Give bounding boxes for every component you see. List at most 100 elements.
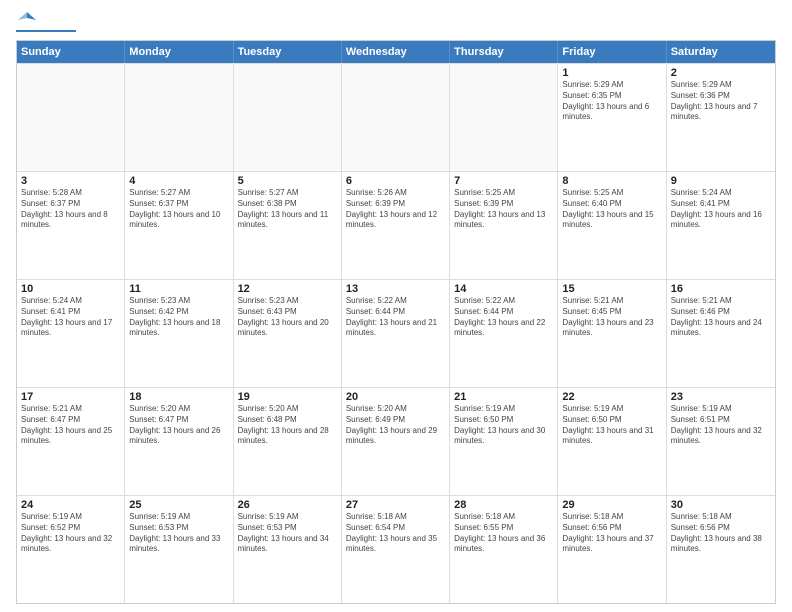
cal-row-2: 10Sunrise: 5:24 AMSunset: 6:41 PMDayligh… bbox=[17, 279, 775, 387]
cal-cell: 16Sunrise: 5:21 AMSunset: 6:46 PMDayligh… bbox=[667, 280, 775, 387]
cell-info: Sunrise: 5:24 AMSunset: 6:41 PMDaylight:… bbox=[671, 188, 771, 231]
cell-info: Sunrise: 5:23 AMSunset: 6:42 PMDaylight:… bbox=[129, 296, 228, 339]
day-number: 14 bbox=[454, 283, 553, 295]
cal-cell: 4Sunrise: 5:27 AMSunset: 6:37 PMDaylight… bbox=[125, 172, 233, 279]
cell-info: Sunrise: 5:19 AMSunset: 6:53 PMDaylight:… bbox=[238, 512, 337, 555]
day-number: 30 bbox=[671, 499, 771, 511]
cell-info: Sunrise: 5:20 AMSunset: 6:48 PMDaylight:… bbox=[238, 404, 337, 447]
cal-cell: 29Sunrise: 5:18 AMSunset: 6:56 PMDayligh… bbox=[558, 496, 666, 603]
cal-cell: 3Sunrise: 5:28 AMSunset: 6:37 PMDaylight… bbox=[17, 172, 125, 279]
cal-cell bbox=[234, 64, 342, 171]
cell-info: Sunrise: 5:18 AMSunset: 6:55 PMDaylight:… bbox=[454, 512, 553, 555]
cal-cell: 12Sunrise: 5:23 AMSunset: 6:43 PMDayligh… bbox=[234, 280, 342, 387]
cell-info: Sunrise: 5:18 AMSunset: 6:56 PMDaylight:… bbox=[562, 512, 661, 555]
cal-cell: 14Sunrise: 5:22 AMSunset: 6:44 PMDayligh… bbox=[450, 280, 558, 387]
cal-cell: 25Sunrise: 5:19 AMSunset: 6:53 PMDayligh… bbox=[125, 496, 233, 603]
header-day-saturday: Saturday bbox=[667, 41, 775, 63]
day-number: 2 bbox=[671, 67, 771, 79]
day-number: 28 bbox=[454, 499, 553, 511]
cell-info: Sunrise: 5:27 AMSunset: 6:37 PMDaylight:… bbox=[129, 188, 228, 231]
cal-cell: 2Sunrise: 5:29 AMSunset: 6:36 PMDaylight… bbox=[667, 64, 775, 171]
day-number: 10 bbox=[21, 283, 120, 295]
cal-cell: 21Sunrise: 5:19 AMSunset: 6:50 PMDayligh… bbox=[450, 388, 558, 495]
cell-info: Sunrise: 5:19 AMSunset: 6:50 PMDaylight:… bbox=[562, 404, 661, 447]
day-number: 18 bbox=[129, 391, 228, 403]
cal-cell: 11Sunrise: 5:23 AMSunset: 6:42 PMDayligh… bbox=[125, 280, 233, 387]
header-day-thursday: Thursday bbox=[450, 41, 558, 63]
calendar-body: 1Sunrise: 5:29 AMSunset: 6:35 PMDaylight… bbox=[17, 63, 775, 603]
day-number: 19 bbox=[238, 391, 337, 403]
cal-cell bbox=[450, 64, 558, 171]
cal-cell: 9Sunrise: 5:24 AMSunset: 6:41 PMDaylight… bbox=[667, 172, 775, 279]
cal-cell: 17Sunrise: 5:21 AMSunset: 6:47 PMDayligh… bbox=[17, 388, 125, 495]
cal-cell: 13Sunrise: 5:22 AMSunset: 6:44 PMDayligh… bbox=[342, 280, 450, 387]
day-number: 27 bbox=[346, 499, 445, 511]
day-number: 5 bbox=[238, 175, 337, 187]
cal-cell: 27Sunrise: 5:18 AMSunset: 6:54 PMDayligh… bbox=[342, 496, 450, 603]
cal-cell: 24Sunrise: 5:19 AMSunset: 6:52 PMDayligh… bbox=[17, 496, 125, 603]
cal-cell: 23Sunrise: 5:19 AMSunset: 6:51 PMDayligh… bbox=[667, 388, 775, 495]
cell-info: Sunrise: 5:28 AMSunset: 6:37 PMDaylight:… bbox=[21, 188, 120, 231]
day-number: 20 bbox=[346, 391, 445, 403]
cell-info: Sunrise: 5:21 AMSunset: 6:47 PMDaylight:… bbox=[21, 404, 120, 447]
cell-info: Sunrise: 5:25 AMSunset: 6:40 PMDaylight:… bbox=[562, 188, 661, 231]
cell-info: Sunrise: 5:18 AMSunset: 6:56 PMDaylight:… bbox=[671, 512, 771, 555]
cell-info: Sunrise: 5:22 AMSunset: 6:44 PMDaylight:… bbox=[454, 296, 553, 339]
cal-cell: 7Sunrise: 5:25 AMSunset: 6:39 PMDaylight… bbox=[450, 172, 558, 279]
day-number: 8 bbox=[562, 175, 661, 187]
day-number: 4 bbox=[129, 175, 228, 187]
day-number: 11 bbox=[129, 283, 228, 295]
day-number: 23 bbox=[671, 391, 771, 403]
cell-info: Sunrise: 5:29 AMSunset: 6:36 PMDaylight:… bbox=[671, 80, 771, 123]
logo bbox=[16, 12, 76, 32]
day-number: 6 bbox=[346, 175, 445, 187]
cell-info: Sunrise: 5:24 AMSunset: 6:41 PMDaylight:… bbox=[21, 296, 120, 339]
cal-cell: 30Sunrise: 5:18 AMSunset: 6:56 PMDayligh… bbox=[667, 496, 775, 603]
cell-info: Sunrise: 5:23 AMSunset: 6:43 PMDaylight:… bbox=[238, 296, 337, 339]
header-day-friday: Friday bbox=[558, 41, 666, 63]
day-number: 9 bbox=[671, 175, 771, 187]
day-number: 1 bbox=[562, 67, 661, 79]
cal-cell bbox=[17, 64, 125, 171]
cell-info: Sunrise: 5:18 AMSunset: 6:54 PMDaylight:… bbox=[346, 512, 445, 555]
cal-cell: 1Sunrise: 5:29 AMSunset: 6:35 PMDaylight… bbox=[558, 64, 666, 171]
cell-info: Sunrise: 5:19 AMSunset: 6:52 PMDaylight:… bbox=[21, 512, 120, 555]
header-day-sunday: Sunday bbox=[17, 41, 125, 63]
day-number: 29 bbox=[562, 499, 661, 511]
cal-cell: 22Sunrise: 5:19 AMSunset: 6:50 PMDayligh… bbox=[558, 388, 666, 495]
day-number: 22 bbox=[562, 391, 661, 403]
cell-info: Sunrise: 5:27 AMSunset: 6:38 PMDaylight:… bbox=[238, 188, 337, 231]
cal-cell: 26Sunrise: 5:19 AMSunset: 6:53 PMDayligh… bbox=[234, 496, 342, 603]
day-number: 15 bbox=[562, 283, 661, 295]
cal-cell: 10Sunrise: 5:24 AMSunset: 6:41 PMDayligh… bbox=[17, 280, 125, 387]
header-day-monday: Monday bbox=[125, 41, 233, 63]
cell-info: Sunrise: 5:19 AMSunset: 6:50 PMDaylight:… bbox=[454, 404, 553, 447]
cal-cell: 18Sunrise: 5:20 AMSunset: 6:47 PMDayligh… bbox=[125, 388, 233, 495]
day-number: 7 bbox=[454, 175, 553, 187]
logo-divider bbox=[16, 30, 76, 32]
cal-cell: 19Sunrise: 5:20 AMSunset: 6:48 PMDayligh… bbox=[234, 388, 342, 495]
cell-info: Sunrise: 5:25 AMSunset: 6:39 PMDaylight:… bbox=[454, 188, 553, 231]
cal-cell bbox=[125, 64, 233, 171]
day-number: 25 bbox=[129, 499, 228, 511]
cell-info: Sunrise: 5:21 AMSunset: 6:46 PMDaylight:… bbox=[671, 296, 771, 339]
day-number: 26 bbox=[238, 499, 337, 511]
cell-info: Sunrise: 5:22 AMSunset: 6:44 PMDaylight:… bbox=[346, 296, 445, 339]
cal-cell: 5Sunrise: 5:27 AMSunset: 6:38 PMDaylight… bbox=[234, 172, 342, 279]
cell-info: Sunrise: 5:19 AMSunset: 6:51 PMDaylight:… bbox=[671, 404, 771, 447]
cell-info: Sunrise: 5:20 AMSunset: 6:47 PMDaylight:… bbox=[129, 404, 228, 447]
day-number: 3 bbox=[21, 175, 120, 187]
cal-cell: 8Sunrise: 5:25 AMSunset: 6:40 PMDaylight… bbox=[558, 172, 666, 279]
cell-info: Sunrise: 5:19 AMSunset: 6:53 PMDaylight:… bbox=[129, 512, 228, 555]
cal-row-0: 1Sunrise: 5:29 AMSunset: 6:35 PMDaylight… bbox=[17, 63, 775, 171]
cal-row-3: 17Sunrise: 5:21 AMSunset: 6:47 PMDayligh… bbox=[17, 387, 775, 495]
header bbox=[16, 12, 776, 32]
cal-row-4: 24Sunrise: 5:19 AMSunset: 6:52 PMDayligh… bbox=[17, 495, 775, 603]
day-number: 21 bbox=[454, 391, 553, 403]
cell-info: Sunrise: 5:20 AMSunset: 6:49 PMDaylight:… bbox=[346, 404, 445, 447]
cal-row-1: 3Sunrise: 5:28 AMSunset: 6:37 PMDaylight… bbox=[17, 171, 775, 279]
day-number: 12 bbox=[238, 283, 337, 295]
day-number: 17 bbox=[21, 391, 120, 403]
day-number: 13 bbox=[346, 283, 445, 295]
cell-info: Sunrise: 5:21 AMSunset: 6:45 PMDaylight:… bbox=[562, 296, 661, 339]
